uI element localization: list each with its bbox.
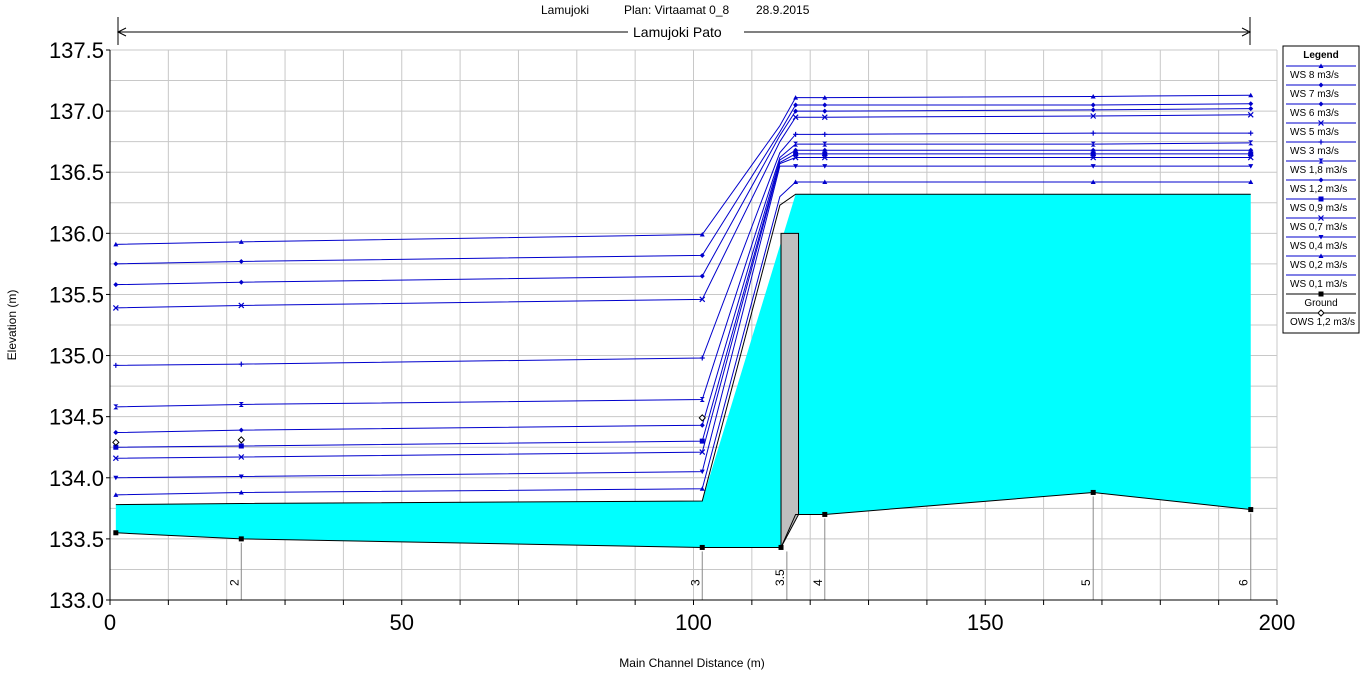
legend-label: Ground xyxy=(1304,298,1337,309)
chart-title-date: 28.9.2015 xyxy=(756,3,810,17)
y-tick-label: 137.5 xyxy=(49,38,104,63)
y-axis-label: Elevation (m) xyxy=(5,290,19,361)
station-label: 3 xyxy=(688,579,702,586)
chart-title-project: Lamujoki xyxy=(541,3,589,17)
legend-item: WS 0,2 m3/s xyxy=(1286,253,1356,271)
x-tick-label: 200 xyxy=(1259,610,1296,635)
y-tick-label: 136.5 xyxy=(49,160,104,185)
legend-label: OWS 1,2 m3/s xyxy=(1290,317,1355,328)
x-tick-label: 150 xyxy=(967,610,1004,635)
y-tick-label: 134.0 xyxy=(49,466,104,491)
legend-label: WS 8 m3/s xyxy=(1290,70,1339,81)
ground-point xyxy=(822,511,828,517)
reach-label: Lamujoki Pato xyxy=(633,24,722,40)
station-label: 5 xyxy=(1079,579,1093,586)
legend-title: Legend xyxy=(1303,50,1339,61)
y-tick-label: 137.0 xyxy=(49,99,104,124)
ground-point xyxy=(699,544,705,550)
station-label: 2 xyxy=(227,579,241,586)
legend-label: WS 5 m3/s xyxy=(1290,127,1339,138)
data-point xyxy=(1318,196,1324,202)
legend-item: WS 0,9 m3/s xyxy=(1286,196,1356,214)
ground-point xyxy=(113,530,119,536)
station-label: 3.5 xyxy=(773,569,787,586)
y-tick-label: 135.5 xyxy=(49,282,104,307)
station-label: 6 xyxy=(1237,579,1251,586)
legend-label: WS 1,2 m3/s xyxy=(1290,184,1347,195)
x-axis-label: Main Channel Distance (m) xyxy=(619,656,764,670)
ground-point xyxy=(238,536,244,542)
ground-point xyxy=(778,544,784,550)
y-tick-label: 133.5 xyxy=(49,527,104,552)
legend-item: WS 1,8 m3/s xyxy=(1286,158,1356,176)
y-tick-label: 133.0 xyxy=(49,588,104,613)
legend-item: WS 0,7 m3/s xyxy=(1286,215,1356,233)
x-tick-label: 50 xyxy=(390,610,414,635)
profile-chart: Lamujoki Plan: Virtaamat 0_8 28.9.2015 L… xyxy=(0,0,1365,676)
y-tick-label: 136.0 xyxy=(49,221,104,246)
data-point xyxy=(1318,291,1324,297)
legend-label: WS 0,2 m3/s xyxy=(1290,260,1347,271)
data-point xyxy=(238,443,244,449)
y-tick-label: 135.0 xyxy=(49,344,104,369)
legend-label: WS 0,9 m3/s xyxy=(1290,203,1347,214)
legend-item: WS 1,2 m3/s xyxy=(1286,177,1356,195)
legend-label: WS 7 m3/s xyxy=(1290,89,1339,100)
legend-label: WS 1,8 m3/s xyxy=(1290,165,1347,176)
station-label: 4 xyxy=(811,579,825,586)
weir-structure xyxy=(780,232,800,548)
x-tick-label: 0 xyxy=(104,610,116,635)
chart-title-plan: Plan: Virtaamat 0_8 xyxy=(624,3,730,17)
legend-label: WS 3 m3/s xyxy=(1290,146,1339,157)
ground-point xyxy=(1248,507,1254,513)
legend-item: OWS 1,2 m3/s xyxy=(1286,309,1356,328)
data-point xyxy=(699,438,705,444)
y-tick-label: 134.5 xyxy=(49,405,104,430)
legend-label: WS 0,1 m3/s xyxy=(1290,279,1347,290)
legend-label: WS 0,7 m3/s xyxy=(1290,222,1347,233)
legend-label: WS 6 m3/s xyxy=(1290,108,1339,119)
legend: Legend WS 8 m3/s WS 7 m3/s WS 6 m3/s WS 5 m… xyxy=(1282,45,1360,334)
legend-label: WS 0,4 m3/s xyxy=(1290,241,1347,252)
x-tick-label: 100 xyxy=(675,610,712,635)
ground-point xyxy=(1090,489,1096,495)
